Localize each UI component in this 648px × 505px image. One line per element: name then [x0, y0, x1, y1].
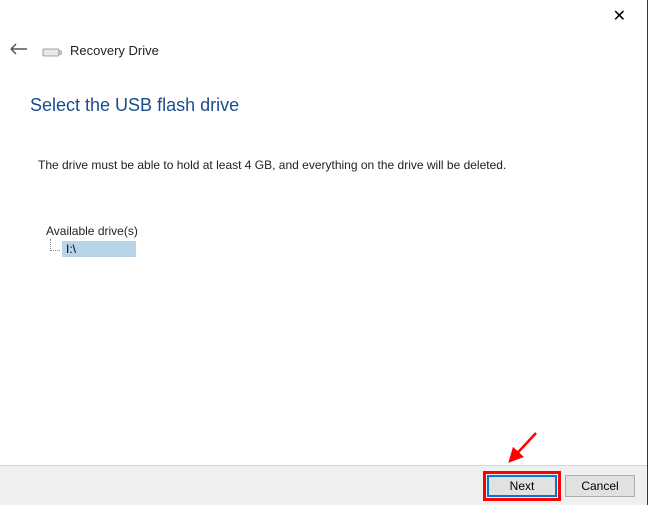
description-text: The drive must be able to hold at least …: [38, 158, 648, 172]
header: Recovery Drive: [0, 0, 648, 65]
page-title: Select the USB flash drive: [30, 95, 648, 116]
window-title: Recovery Drive: [70, 43, 159, 58]
drive-label: I:\: [62, 241, 136, 257]
back-arrow-icon[interactable]: [4, 36, 34, 65]
tree-connector-icon: [50, 239, 60, 251]
available-drives-label: Available drive(s): [46, 224, 648, 238]
footer: Next Cancel: [0, 465, 647, 505]
recovery-drive-icon: [42, 46, 62, 56]
cancel-button[interactable]: Cancel: [565, 475, 635, 497]
annotation-arrow-icon: [500, 429, 540, 469]
next-button-highlight: Next: [487, 475, 557, 497]
next-button[interactable]: Next: [487, 475, 557, 497]
drive-item[interactable]: I:\: [50, 241, 648, 257]
close-button[interactable]: ✕: [605, 4, 634, 28]
drive-tree: I:\: [50, 241, 648, 257]
